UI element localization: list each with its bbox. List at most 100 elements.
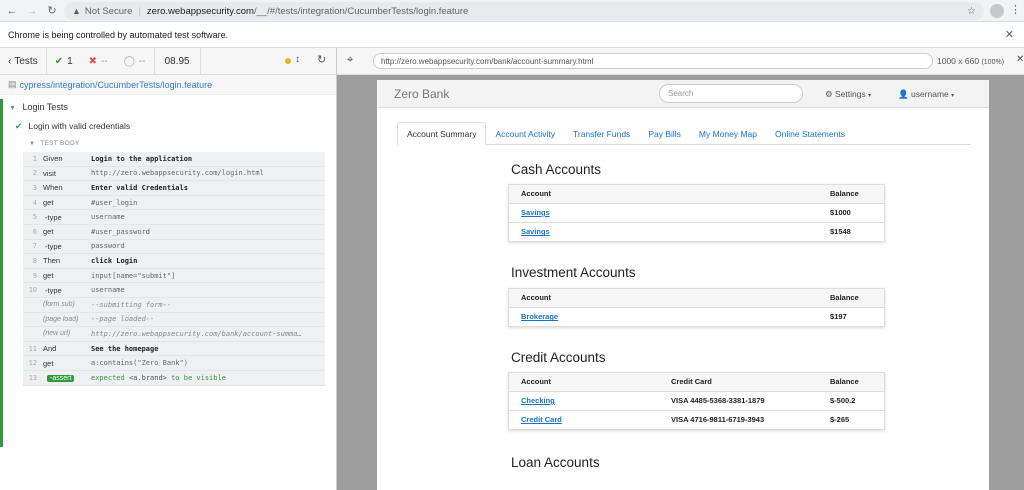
search-input[interactable]: Search (659, 84, 803, 103)
command-message: Enter valid Credentials (91, 183, 188, 192)
account-link[interactable]: Savings (521, 208, 550, 217)
command-message: input[name="submit"] (91, 271, 176, 280)
user-icon: 👤 (898, 89, 909, 99)
command-row[interactable]: 12 get a:contains("Zero Bank") (23, 356, 325, 371)
viewport-dimensions: 1000 x 660 (937, 56, 980, 66)
tab-account-summary[interactable]: Account Summary (397, 122, 487, 146)
command-row[interactable]: 13 -assert expected <a.brand> to be visibl… (23, 371, 325, 386)
close-icon[interactable]: ✕ (1005, 28, 1014, 41)
tests-label: Tests (14, 55, 38, 67)
tab-transfer-funds[interactable]: Transfer Funds (564, 122, 639, 145)
tests-button[interactable]: ‹ Tests (0, 48, 47, 74)
column-header: Balance (818, 185, 884, 204)
table-row: Checking VISA 4485-5368-3381-1879 $-500.2 (509, 391, 884, 411)
duration: 08.95 (153, 48, 201, 74)
table-cell: VISA 4485-5368-3381-1879 (659, 391, 818, 411)
credit-accounts-table: Account Credit Card Balance Checking VISA 44… (508, 372, 885, 430)
pending-icon: ◯ (123, 55, 135, 67)
command-message: --page loaded-- (91, 315, 155, 324)
cell-value: $-265 (830, 415, 850, 425)
test-title[interactable]: ✔ Login with valid credentials (15, 121, 130, 132)
command-row[interactable]: 6 get #user_password (23, 225, 325, 240)
warning-icon: ▲ (72, 6, 81, 16)
suite-title[interactable]: ▼ Login Tests (9, 102, 68, 112)
command-row[interactable]: (page load) --page loaded-- (23, 313, 325, 328)
account-link[interactable]: Savings (521, 227, 550, 236)
table-cell: $-265 (818, 410, 884, 429)
command-name: visit (43, 168, 56, 178)
command-number: 13 (28, 373, 37, 382)
back-icon[interactable]: ← (4, 3, 20, 19)
command-number: 2 (32, 169, 37, 178)
command-row[interactable]: 8 Then click Login (23, 254, 325, 269)
star-icon[interactable]: ☆ (967, 6, 976, 17)
settings-label: Settings (835, 89, 866, 99)
command-name: And (43, 344, 57, 354)
account-tabs: Account Summary Account Activity Transfer … (397, 122, 971, 146)
pending-number: -- (138, 55, 146, 67)
command-row[interactable]: 5 -type username (23, 210, 325, 225)
address-separator: | (138, 5, 141, 17)
command-row[interactable]: 1 Given Login to the application (23, 152, 325, 167)
tab-my-money-map[interactable]: My Money Map (690, 122, 766, 145)
command-number: 10 (28, 286, 37, 295)
selector-playground-icon[interactable]: ⌖ (347, 54, 353, 67)
command-message: #user_password (91, 227, 151, 236)
command-row[interactable]: 10 -type username (23, 283, 325, 298)
command-name: (form sub) (43, 301, 75, 309)
command-message: username (91, 286, 125, 295)
command-number: 9 (32, 271, 37, 280)
table-cell: $197 (818, 307, 884, 326)
tab-account-activity[interactable]: Account Activity (486, 122, 564, 145)
command-number: 11 (28, 344, 37, 353)
command-message: a:contains("Zero Bank") (91, 359, 188, 368)
address-bar[interactable]: ▲ Not Secure | zero.webappsecurity.com /… (64, 2, 984, 20)
chevron-left-icon: ‹ (8, 55, 12, 67)
tab-online-statements[interactable]: Online Statements (766, 122, 854, 145)
command-number: 4 (32, 198, 37, 207)
caret-down-icon: ▾ (868, 93, 872, 99)
command-row[interactable]: 9 get input[name="submit"] (23, 269, 325, 284)
rerun-icon[interactable]: ↻ (317, 53, 326, 66)
command-row[interactable]: 11 And See the homepage (23, 342, 325, 357)
command-row[interactable]: 2 visit http://zero.webappsecurity.com/log… (23, 167, 325, 182)
account-link[interactable]: Checking (521, 396, 555, 405)
aut-url[interactable]: http://zero.webappsecurity.com/bank/acco… (373, 53, 933, 69)
test-body-header[interactable]: ▼ TEST BODY (29, 140, 80, 147)
close-icon[interactable]: ✕ (1016, 54, 1024, 65)
command-name: Given (43, 154, 63, 164)
spec-path[interactable]: ▤ cypress/integration/CucumberTests/logi… (0, 75, 336, 95)
brand-link[interactable]: Zero Bank (394, 87, 449, 101)
passed-count: ✔ 1 (47, 56, 81, 67)
column-header: Account (509, 373, 659, 392)
table-cell: Checking (509, 391, 659, 411)
autoscroll-icon[interactable]: ↕ (295, 54, 300, 65)
test-body-label: TEST BODY (40, 140, 80, 147)
running-dot-icon (285, 58, 291, 64)
settings-menu[interactable]: ⚙ Settings ▾ (825, 89, 871, 100)
command-name: -type (45, 241, 62, 251)
command-name: (page load) (43, 315, 79, 323)
assert-part: to be (171, 373, 193, 382)
spec-path-text: cypress/integration/CucumberTests/login.… (19, 79, 213, 90)
command-row[interactable]: (form sub) --submitting form-- (23, 298, 325, 313)
reload-icon[interactable]: ↻ (44, 3, 60, 19)
command-row[interactable]: 4 get #user_login (23, 196, 325, 211)
forward-icon[interactable]: → (24, 3, 40, 19)
suite-title-text: Login Tests (22, 102, 68, 112)
investment-accounts-table: Account Balance Brokerage $197 (508, 288, 885, 327)
account-link[interactable]: Brokerage (521, 312, 558, 321)
command-row[interactable]: 7 -type password (23, 240, 325, 255)
command-number: 7 (32, 242, 37, 251)
failed-count: ✖ -- (81, 56, 116, 67)
command-message: username (91, 213, 125, 222)
tab-pay-bills[interactable]: Pay Bills (639, 122, 690, 145)
caret-down-icon: ▼ (29, 141, 36, 147)
account-link[interactable]: Credit Card (521, 415, 562, 424)
command-row[interactable]: (new url) http://zero.webappsecurity.com/… (23, 327, 325, 342)
command-row[interactable]: 3 When Enter valid Credentials (23, 181, 325, 196)
menu-icon[interactable]: ⋮ (1010, 3, 1021, 16)
user-menu[interactable]: 👤 username ▾ (898, 89, 954, 100)
profile-avatar[interactable] (990, 4, 1004, 18)
cash-accounts-title: Cash Accounts (511, 162, 602, 177)
